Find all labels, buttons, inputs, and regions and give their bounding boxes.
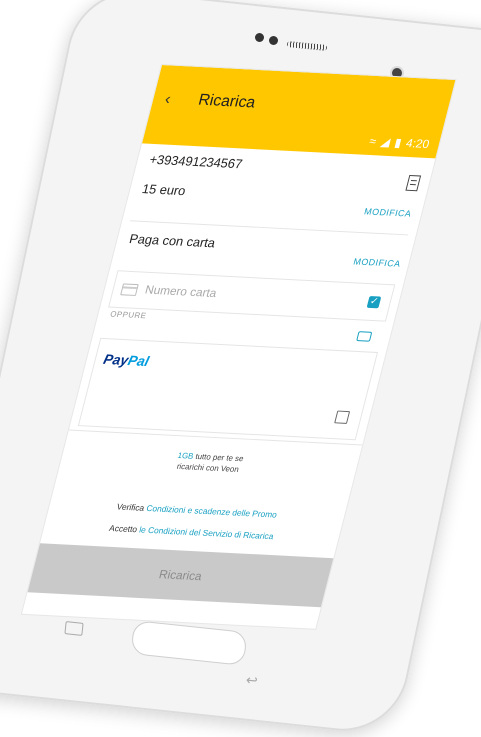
back-nav-icon[interactable]: ↩ [245,671,258,689]
card-payment-section: Paga con carta MODIFICA Numero carta ✓ O… [99,220,409,357]
card-checkbox[interactable]: ✓ [366,296,382,309]
modify-card-link[interactable]: MODIFICA [352,257,401,269]
accept-terms: Accetto le Condizioni del Servizio di Ri… [108,523,275,542]
phone-device: ‹ Ricarica ≈ ◢ ▮ 4:20 +393491234567 15 e… [0,0,481,737]
battery-icon: ▮ [393,135,404,150]
paypal-option[interactable]: PayPal [77,337,379,441]
sensor-dot [269,36,278,45]
app-bar: ‹ Ricarica ≈ ◢ ▮ 4:20 [142,65,456,159]
signal-icon: ◢ [379,134,392,150]
recharge-button[interactable]: Ricarica [27,543,334,608]
card-number-placeholder: Numero carta [143,282,219,301]
amount-value: 15 euro [140,181,188,199]
paypal-checkbox[interactable] [334,410,351,424]
recent-apps-icon[interactable] [64,621,84,636]
modify-amount-link[interactable]: MODIFICA [363,206,412,218]
sensor-dot [255,33,264,42]
status-time: 4:20 [404,136,431,152]
chevron-left-icon[interactable]: ‹ [163,91,172,109]
or-label: OPPURE [109,309,148,321]
pay-with-card-label: Paga con carta [127,231,218,251]
promo-terms-link[interactable]: Condizioni e scadenze delle Promo [145,503,278,519]
wifi-icon: ≈ [367,134,378,149]
credit-card-icon [120,283,139,296]
card-number-field[interactable]: Numero carta ✓ [108,270,396,342]
camera-icon[interactable] [356,331,373,342]
verify-terms: Verifica Condizioni e scadenze delle Pro… [115,501,279,520]
paypal-logo: PayPal [101,351,151,370]
service-terms-link[interactable]: le Condizioni del Servizio di Ricarica [138,525,275,542]
status-bar: ≈ ◢ ▮ 4:20 [368,133,431,152]
promo-banner: 1GB tutto per te se ricarichi con Veon [54,429,363,501]
document-icon[interactable] [405,174,422,192]
page-title: Ricarica [196,91,258,112]
